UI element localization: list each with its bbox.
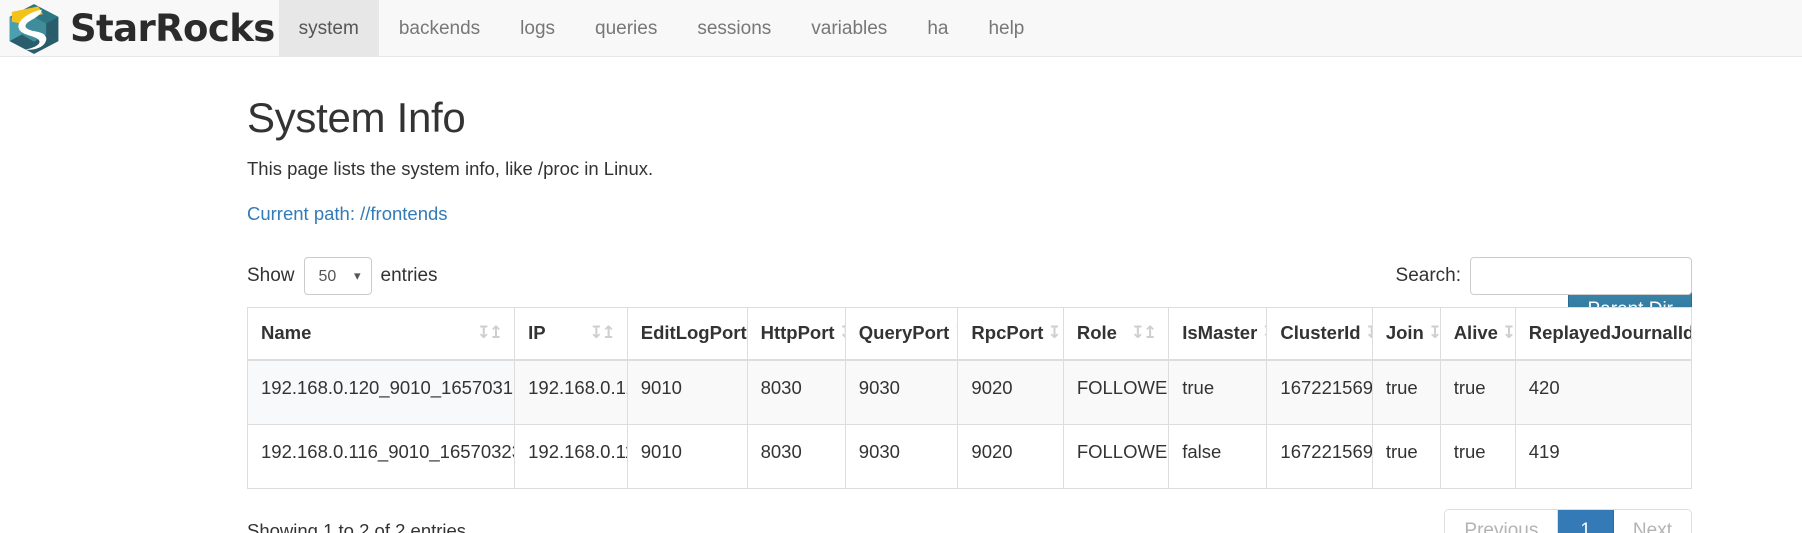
cell-role: FOLLOWER [1062, 359, 1170, 425]
cell-join: true [1371, 359, 1441, 425]
cell-clusterid: 1672215693 [1266, 423, 1373, 489]
column-header-label: Role [1076, 322, 1117, 344]
column-header-label: QueryPort [858, 322, 950, 344]
cell-alive: true [1439, 359, 1516, 425]
cell-replayedjournalid: 419 [1514, 423, 1693, 489]
column-header-join[interactable]: Join↧↥ [1371, 307, 1441, 362]
column-header-replayedjournalid[interactable]: ReplayedJournalId↧↥ [1514, 307, 1693, 362]
page-length-control: Show 50 ▾ entries [247, 257, 438, 296]
cell-rpcport: 9020 [957, 359, 1064, 425]
cell-clusterid: 1672215693 [1266, 359, 1373, 425]
column-header-label: RpcPort [971, 322, 1044, 344]
pagination-previous-button[interactable]: Previous [1445, 509, 1559, 533]
nav-items: system backends logs queries sessions va… [278, 0, 1045, 57]
cell-rpcport: 9020 [957, 423, 1064, 489]
cell-replayedjournalid: 420 [1514, 359, 1693, 425]
top-navbar: StarRocks system backends logs queries s… [0, 0, 1802, 57]
sort-both-icon: ↧↥ [476, 322, 503, 343]
cell-editlogport: 9010 [626, 359, 748, 425]
column-header-role[interactable]: Role ↧↥ [1062, 307, 1170, 362]
column-header-name[interactable]: Name ↧↥ [246, 307, 516, 362]
pagination-next-button[interactable]: Next [1613, 509, 1691, 533]
current-path-link[interactable]: Current path: //frontends [247, 203, 448, 225]
column-header-httpport[interactable]: HttpPort↧↥ [746, 307, 846, 362]
datatable-toolbar: Show 50 ▾ entries Search: [247, 253, 1692, 299]
column-header-alive[interactable]: Alive↧↥ [1439, 307, 1516, 362]
table-header-row: Name↧↥ IP↧↥ EditLogPort↧↥ HttpPort↧↥ Que… [246, 307, 1693, 362]
table-head: Name↧↥ IP↧↥ EditLogPort↧↥ HttpPort↧↥ Que… [246, 307, 1693, 362]
cell-editlogport: 9010 [626, 423, 748, 489]
datatable-wrapper: Show 50 ▾ entries Search: Name ↧↥ IP ↧↥ … [246, 253, 1693, 533]
search-input[interactable] [1470, 257, 1692, 296]
show-label: Show [247, 265, 295, 287]
column-header-queryport[interactable]: QueryPort↧↥ [844, 307, 959, 362]
cell-queryport: 9030 [844, 423, 959, 489]
sort-both-icon: ↧↥ [1130, 322, 1157, 343]
cell-queryport: 9030 [844, 359, 959, 425]
page-container: System Info This page lists the system i… [0, 94, 1802, 533]
nav-item-logs[interactable]: logs [500, 0, 575, 57]
cell-join: true [1371, 423, 1441, 489]
cell-ip: 192.168.0.120 [514, 359, 628, 425]
cell-name: 192.168.0.116_9010_1657032324118 [246, 423, 516, 489]
sort-both-icon: ↧↥ [1501, 322, 1515, 343]
column-header-ismaster[interactable]: IsMaster↧↥ [1168, 307, 1268, 362]
nav-item-queries[interactable]: queries [575, 0, 677, 57]
sort-both-icon: ↧↥ [589, 322, 615, 343]
brand-link[interactable]: StarRocks [0, 0, 275, 57]
column-header-label: IsMaster [1182, 322, 1258, 344]
table-body: 192.168.0.120_9010_1657031931670 192.168… [246, 359, 1693, 489]
page-description: This page lists the system info, like /p… [247, 158, 654, 180]
column-header-label: ReplayedJournalId [1528, 322, 1692, 344]
cell-role: FOLLOWER [1062, 423, 1170, 489]
column-header-label: ClusterId [1280, 322, 1361, 344]
nav-item-sessions[interactable]: sessions [677, 0, 791, 57]
column-header-editlogport[interactable]: EditLogPort↧↥ [626, 307, 748, 362]
sort-both-icon: ↧↥ [1427, 322, 1441, 343]
table-row[interactable]: 192.168.0.116_9010_1657032324118 192.168… [246, 423, 1693, 489]
nav-item-variables[interactable]: variables [791, 0, 907, 57]
datatable-footer: Showing 1 to 2 of 2 entries Previous 1 N… [247, 508, 1692, 533]
column-header-label: HttpPort [760, 322, 835, 344]
pagination: Previous 1 Next [1444, 508, 1692, 533]
page-length-select[interactable]: 50 [303, 257, 372, 296]
nav-item-help[interactable]: help [968, 0, 1044, 57]
column-header-label: Join [1385, 322, 1424, 344]
cell-httpport: 8030 [746, 423, 846, 489]
cell-ip: 192.168.0.116 [514, 423, 628, 489]
nav-item-system[interactable]: system [278, 0, 379, 57]
column-header-label: Name [261, 322, 312, 344]
column-header-label: IP [528, 322, 546, 344]
cell-ismaster: false [1168, 423, 1268, 489]
brand-text: StarRocks [70, 7, 275, 50]
entries-info: Showing 1 to 2 of 2 entries [247, 519, 467, 533]
sort-both-icon: ↧↥ [1365, 324, 1372, 342]
search-control: Search: [1395, 257, 1692, 296]
table-row[interactable]: 192.168.0.120_9010_1657031931670 192.168… [246, 359, 1693, 425]
starrocks-hexagon-logo-icon [9, 3, 59, 54]
entries-label: entries [380, 265, 438, 287]
cell-alive: true [1439, 423, 1516, 489]
nav-item-ha[interactable]: ha [907, 0, 968, 57]
column-header-label: EditLogPort [640, 322, 747, 344]
system-info-table: Name↧↥ IP↧↥ EditLogPort↧↥ HttpPort↧↥ Que… [246, 307, 1693, 489]
nav-item-backends[interactable]: backends [379, 0, 500, 57]
column-header-label: Alive [1453, 322, 1498, 344]
column-header-rpcport[interactable]: RpcPort↧↥ [957, 307, 1064, 362]
page-title: System Info [247, 94, 466, 141]
sort-both-icon: ↧↥ [1047, 322, 1062, 343]
cell-ismaster: true [1168, 359, 1268, 425]
cell-name: 192.168.0.120_9010_1657031931670 [246, 359, 516, 425]
search-label: Search: [1395, 265, 1461, 287]
page-length-select-holder: 50 ▾ [303, 257, 372, 296]
cell-httpport: 8030 [746, 359, 846, 425]
pagination-page-1-button[interactable]: 1 [1558, 509, 1614, 533]
column-header-clusterid[interactable]: ClusterId↧↥ [1266, 307, 1373, 362]
sort-both-icon: ↧↥ [839, 324, 845, 342]
column-header-ip[interactable]: IP ↧↥ [514, 307, 628, 362]
